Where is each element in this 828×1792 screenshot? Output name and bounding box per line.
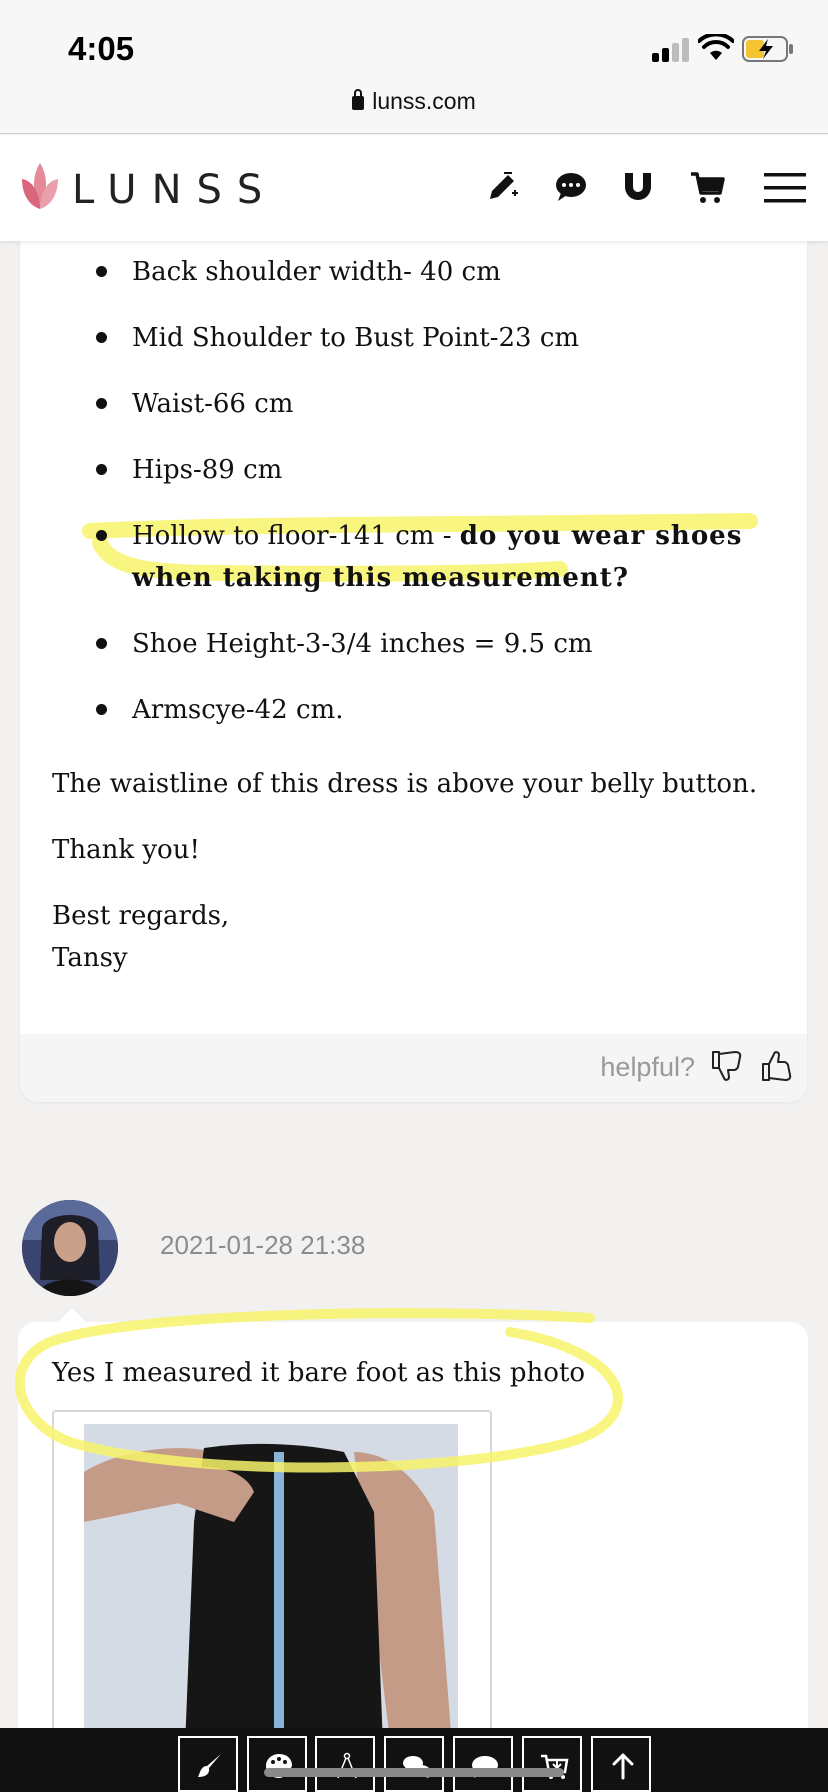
reply-card: Back shoulder width- 40 cm Mid Shoulder … [20,241,807,1102]
bottom-toolbar [0,1728,828,1792]
scroll-top-button[interactable] [591,1736,651,1792]
brush-button[interactable] [178,1736,238,1792]
photo-image [84,1424,458,1768]
bullet [96,638,107,649]
bullet [96,266,107,277]
bullet [96,530,107,541]
list-item: Hips-89 cm [132,455,283,485]
waistline-note: The waistline of this dress is above you… [52,769,758,799]
battery-charging-icon [742,36,793,62]
helpful-label: helpful? [600,1052,695,1082]
home-indicator [264,1768,564,1777]
list-item: Back shoulder width- 40 cm [132,257,501,287]
chat-bubbles-button[interactable] [384,1736,444,1792]
list-item: Waist-66 cm [132,389,294,419]
brand-wordmark[interactable]: LUNSS [72,167,277,213]
arrow-up-icon [612,1753,634,1780]
measurement-photo[interactable] [52,1410,492,1770]
list-item-highlighted: Hollow to floor-141 cm - do you wear sho… [132,515,752,599]
magnet-icon[interactable] [618,167,658,207]
clock: 4:05 [68,30,135,67]
brush-icon [198,1754,221,1777]
regards-text: Best regards, [52,901,230,931]
comment-date: 2021-01-28 21:38 [160,1230,366,1260]
bullet [96,464,107,475]
thumbs-down-icon[interactable] [709,1048,745,1084]
list-item: Armscye-42 cm. [132,695,344,725]
compass-button[interactable] [315,1736,375,1792]
speech-bubble-button[interactable] [453,1736,513,1792]
lock-icon [352,89,365,110]
bullet [96,332,107,343]
ios-status-bar: 4:05 lunss.com [0,0,828,134]
lotus-logo-icon[interactable] [18,159,62,215]
bullet [96,398,107,409]
question-line-1: do you wear shoes [459,521,743,551]
reply-card-user: Yes I measured it bare foot as this phot… [18,1322,808,1792]
thumbs-up-icon[interactable] [759,1048,795,1084]
palette-button[interactable] [247,1736,307,1792]
reply-text: Yes I measured it bare foot as this phot… [52,1358,586,1388]
pencil-icon[interactable] [482,167,522,207]
url-text: lunss.com [372,88,476,114]
wifi-icon [698,34,734,60]
cellular-signal-icon [652,38,692,62]
bullet [96,704,107,715]
menu-icon[interactable] [762,167,808,207]
cart-download-button[interactable] [522,1736,582,1792]
signature: Tansy [52,943,128,973]
hollow-measurement: Hollow to floor-141 cm - [132,521,460,551]
thank-you-text: Thank you! [52,835,200,865]
avatar[interactable] [22,1200,118,1296]
cart-icon[interactable] [688,167,728,207]
question-line-2: when taking this measurement? [132,563,630,593]
list-item: Shoe Height-3-3/4 inches = 9.5 cm [132,629,593,659]
avatar-photo [22,1200,118,1296]
site-header: LUNSS [0,135,828,241]
helpful-bar: helpful? [20,1034,807,1102]
address-bar[interactable]: lunss.com [0,88,828,115]
list-item: Mid Shoulder to Bust Point-23 cm [132,323,580,353]
chat-icon[interactable] [551,167,591,207]
